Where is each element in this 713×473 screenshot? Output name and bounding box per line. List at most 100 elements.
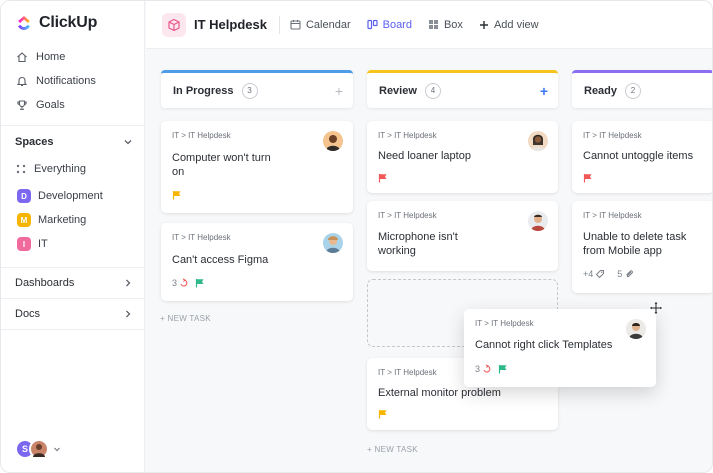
task-title: Computer won't turn on: [172, 152, 271, 178]
app-window: ClickUp Home Notifications Goals Spaces …: [0, 0, 713, 473]
add-task-plus-icon[interactable]: +: [540, 84, 548, 98]
paperclip-icon[interactable]: [624, 269, 634, 279]
user-menu[interactable]: S: [15, 439, 61, 459]
everything-icon: [16, 164, 26, 174]
task-meta: [172, 190, 182, 200]
top-header: IT Helpdesk Calendar Board Box Add view: [146, 1, 712, 49]
chevron-down-icon[interactable]: [123, 137, 133, 147]
column-header: In Progress 3 +: [161, 70, 353, 108]
assignee-avatar[interactable]: [323, 131, 343, 151]
page-title: IT Helpdesk: [194, 17, 267, 32]
dashboards-row[interactable]: Dashboards: [1, 270, 145, 296]
board-column-review: Review 4 +: [367, 70, 558, 108]
column-count-badge: 4: [424, 82, 441, 99]
chevron-right-icon: [126, 279, 131, 287]
dragged-task-card[interactable]: IT > IT Helpdesk Cannot right click Temp…: [464, 309, 656, 387]
trophy-icon: [15, 99, 28, 112]
spaces-list: Everything D Development M Marketing I I…: [1, 157, 145, 256]
assignee-avatar[interactable]: [626, 319, 646, 339]
task-card[interactable]: IT > IT Helpdesk Computer won't turn on: [161, 121, 353, 213]
priority-flag-yellow-icon[interactable]: [172, 190, 182, 200]
task-breadcrumb: IT > IT Helpdesk: [378, 211, 437, 220]
column-count-badge: 2: [625, 82, 642, 99]
add-task-plus-icon[interactable]: +: [335, 84, 343, 98]
column-title: Review: [379, 84, 417, 97]
clickup-logo-icon: [18, 16, 30, 30]
task-meta: 3: [172, 278, 205, 288]
subtask-count: 3: [172, 278, 178, 288]
board-column-in-progress: In Progress 3 +: [161, 70, 353, 108]
task-title: Microphone isn't working: [378, 231, 458, 257]
subtask-icon[interactable]: [179, 278, 189, 288]
priority-flag-green-icon[interactable]: [195, 278, 205, 288]
tab-board[interactable]: Board: [367, 1, 412, 49]
space-badge: D: [17, 189, 31, 203]
column-count-badge: 3: [241, 82, 258, 99]
sidebar-divider: [1, 267, 145, 268]
sidebar-divider: [1, 329, 145, 330]
board-icon: [367, 19, 378, 30]
task-meta: [583, 173, 593, 183]
nav-item-home[interactable]: Home: [1, 45, 145, 69]
space-item-it[interactable]: I IT: [1, 232, 145, 256]
logo[interactable]: ClickUp: [15, 14, 97, 32]
priority-flag-red-icon[interactable]: [583, 173, 593, 183]
box-icon: [428, 20, 438, 29]
task-card[interactable]: IT > IT Helpdesk Cannot untoggle items: [572, 121, 712, 193]
main-nav: Home Notifications Goals: [1, 45, 145, 117]
space-item-development[interactable]: D Development: [1, 184, 145, 208]
task-breadcrumb: IT > IT Helpdesk: [583, 211, 642, 220]
new-task-button[interactable]: + NEW TASK: [160, 314, 211, 323]
assignee-avatar[interactable]: [323, 233, 343, 253]
tag-icon[interactable]: [595, 269, 605, 279]
home-icon: [15, 51, 28, 64]
plus-icon: [479, 20, 488, 29]
priority-flag-green-icon[interactable]: [498, 364, 508, 374]
chevron-down-icon: [54, 447, 60, 452]
column-title: Ready: [584, 84, 618, 97]
docs-row[interactable]: Docs: [1, 301, 145, 327]
space-label: Marketing: [38, 214, 87, 226]
spaces-label: Spaces: [15, 136, 54, 148]
assignee-avatar[interactable]: [528, 211, 548, 231]
subtask-icon[interactable]: [482, 364, 492, 374]
priority-flag-red-icon[interactable]: [378, 173, 388, 183]
space-label: Development: [38, 190, 103, 202]
task-breadcrumb: IT > IT Helpdesk: [172, 233, 231, 242]
app-name: ClickUp: [39, 14, 98, 31]
nav-item-goals[interactable]: Goals: [1, 93, 145, 117]
spaces-header[interactable]: Spaces: [1, 129, 145, 155]
task-title: External monitor problem: [378, 387, 501, 399]
docs-label: Docs: [15, 308, 41, 320]
task-card[interactable]: IT > IT Helpdesk Microphone isn't workin…: [367, 201, 558, 271]
space-label: IT: [38, 238, 48, 250]
task-meta: [378, 173, 388, 183]
task-breadcrumb: IT > IT Helpdesk: [172, 131, 231, 140]
task-meta: +4 5: [583, 269, 634, 279]
task-breadcrumb: IT > IT Helpdesk: [583, 131, 642, 140]
nav-label: Goals: [36, 99, 65, 111]
nav-label: Home: [36, 51, 66, 63]
add-view-button[interactable]: Add view: [479, 1, 539, 49]
space-badge: I: [17, 237, 31, 251]
sidebar-divider: [1, 298, 145, 299]
tag-count: +4: [583, 269, 594, 279]
sidebar: ClickUp Home Notifications Goals Spaces …: [1, 1, 145, 472]
priority-flag-yellow-icon[interactable]: [378, 409, 388, 419]
task-card[interactable]: IT > IT Helpdesk Unable to delete task f…: [572, 201, 712, 293]
task-title: Cannot untoggle items: [583, 150, 694, 162]
tab-box[interactable]: Box: [428, 1, 463, 49]
task-title: Cannot right click Templates: [475, 339, 613, 351]
column-header: Ready 2: [572, 70, 712, 108]
task-card[interactable]: IT > IT Helpdesk Need loaner laptop: [367, 121, 558, 193]
nav-item-notifications[interactable]: Notifications: [1, 69, 145, 93]
new-task-button[interactable]: + NEW TASK: [367, 445, 418, 454]
task-card[interactable]: IT > IT Helpdesk Can't access Figma 3: [161, 223, 353, 301]
tab-label: Box: [443, 18, 463, 31]
task-title: Can't access Figma: [172, 254, 269, 266]
tab-calendar[interactable]: Calendar: [290, 1, 351, 49]
space-item-everything[interactable]: Everything: [1, 157, 145, 181]
assignee-avatar[interactable]: [528, 131, 548, 151]
space-item-marketing[interactable]: M Marketing: [1, 208, 145, 232]
tab-label: Board: [382, 18, 412, 31]
